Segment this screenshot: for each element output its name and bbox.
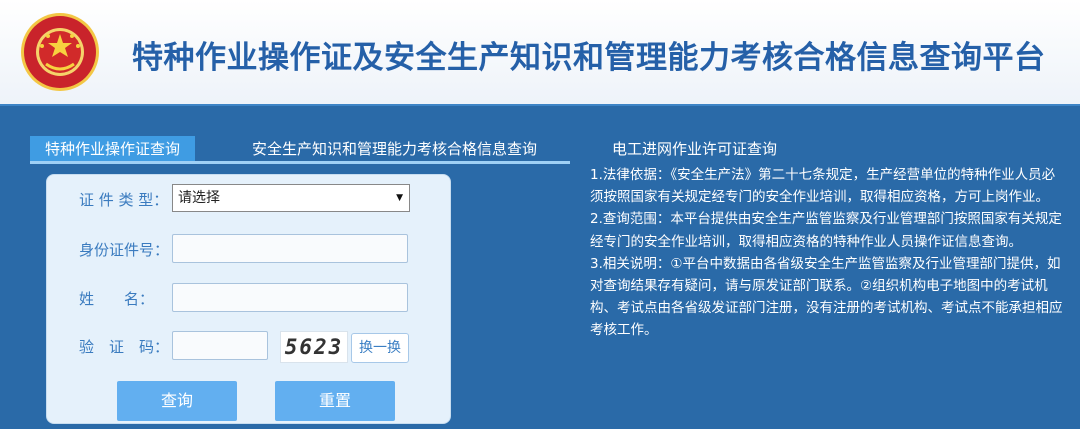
- refresh-captcha-button[interactable]: 换一换: [351, 333, 409, 363]
- name-label: 姓 名：: [79, 290, 155, 308]
- tab-special-operation-cert[interactable]: 特种作业操作证查询: [30, 136, 196, 162]
- dropdown-arrow-icon: ▼: [396, 193, 403, 203]
- query-button[interactable]: 查询: [117, 381, 237, 421]
- id-number-label: 身份证件号：: [79, 241, 170, 259]
- tab-safety-knowledge[interactable]: 安全生产知识和管理能力考核合格信息查询: [252, 136, 537, 162]
- cert-type-label: 证 件 类 型：: [79, 191, 169, 209]
- note-legal-basis: 1.法律依据：《安全生产法》第二十七条规定，生产经营单位的特种作业人员必须按照国…: [590, 167, 1056, 206]
- tab-underline: [30, 161, 570, 164]
- tab-electrician-permit[interactable]: 电工进网作业许可证查询: [612, 136, 777, 162]
- note-query-scope: 2.查询范围：本平台提供由安全生产监管监察及行业管理部门按照国家有关规定经专门的…: [590, 211, 1062, 250]
- query-form: 证 件 类 型： 请选择 ▼ 身份证件号： 姓 名： 验 证 码： 5623 换…: [46, 174, 451, 424]
- site-header: 特种作业操作证及安全生产知识和管理能力考核合格信息查询平台: [0, 0, 1080, 104]
- captcha-image[interactable]: 5623: [280, 331, 348, 363]
- id-number-input[interactable]: [172, 234, 408, 263]
- emblem-logo: [21, 13, 99, 91]
- note-related-info: 3.相关说明：①平台中数据由各省级安全生产监管监察及行业管理部门提供，如对查询结…: [590, 255, 1063, 339]
- name-input[interactable]: [172, 283, 408, 312]
- notes-section: 1.法律依据：《安全生产法》第二十七条规定，生产经营单位的特种作业人员必须按照国…: [590, 164, 1068, 342]
- captcha-input[interactable]: [172, 331, 268, 360]
- reset-button[interactable]: 重置: [275, 381, 395, 421]
- main-area: 特种作业操作证查询 安全生产知识和管理能力考核合格信息查询 电工进网作业许可证查…: [0, 104, 1080, 429]
- captcha-label: 验 证 码：: [79, 338, 170, 356]
- cert-type-select[interactable]: 请选择 ▼: [172, 184, 410, 212]
- cert-type-value: 请选择: [178, 190, 220, 206]
- site-title: 特种作业操作证及安全生产知识和管理能力考核合格信息查询平台: [132, 40, 1046, 76]
